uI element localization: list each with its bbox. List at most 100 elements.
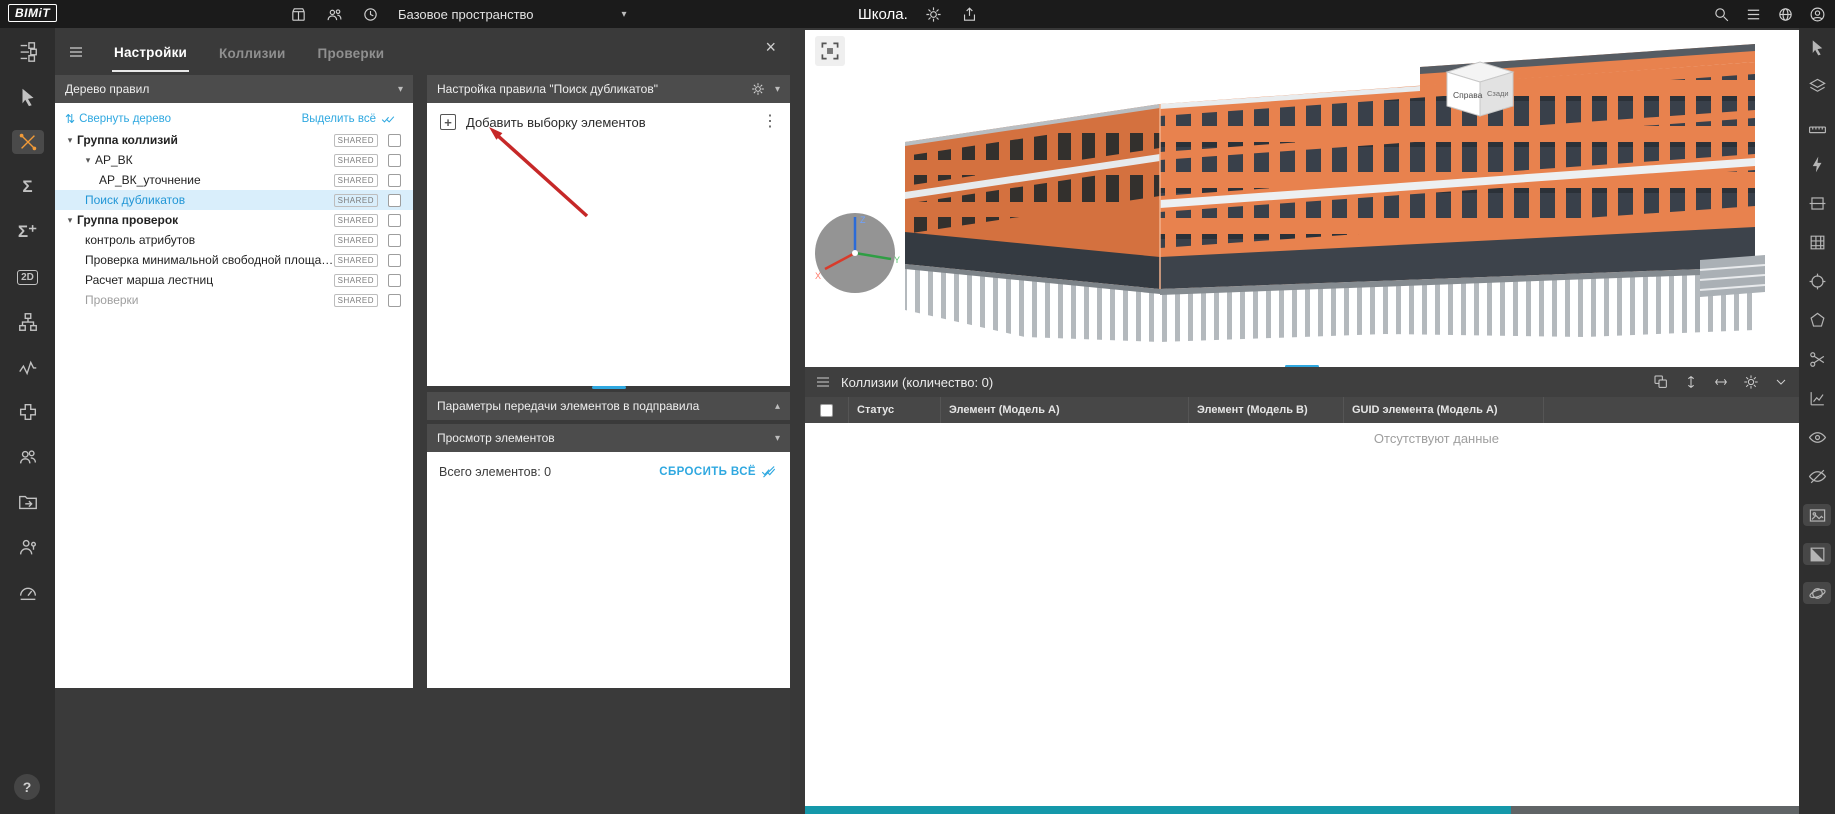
column-header[interactable]: Элемент (Модель B) [1189, 397, 1344, 423]
shared-folder-icon[interactable] [12, 490, 44, 514]
share-icon[interactable] [960, 4, 980, 24]
collapse-panel-icon[interactable] [1773, 374, 1789, 390]
tree-row[interactable]: АР_ВК_уточнение SHARED [55, 170, 413, 190]
rules-tree-header[interactable]: Дерево правил ▾ [55, 75, 413, 103]
locate-target-icon[interactable] [1803, 270, 1831, 292]
duplicate-view-icon[interactable] [1653, 374, 1669, 390]
preview-section-header[interactable]: Просмотр элементов ▾ [427, 424, 790, 452]
workspace-selector[interactable]: Базовое пространство ▾ [398, 0, 627, 28]
column-header[interactable]: Статус [849, 397, 941, 423]
expand-caret-icon[interactable]: ▾ [81, 155, 95, 166]
clash-detection-icon[interactable] [11, 130, 44, 154]
add-selection-plus-icon[interactable]: + [440, 114, 456, 130]
tree-row[interactable]: Проверка минимальной свободной площади с… [55, 250, 413, 270]
fit-rows-icon[interactable] [1683, 374, 1699, 390]
tab-checks[interactable]: Проверки [316, 33, 387, 71]
select-all-link[interactable]: Выделить всё [302, 113, 376, 125]
hide-elements-eye-off-icon[interactable] [1803, 465, 1831, 487]
sum-icon[interactable]: Σ [12, 175, 44, 199]
row-checkbox[interactable] [388, 233, 401, 247]
collapse-tree-link[interactable]: Свернуть дерево [79, 113, 171, 125]
collapse-tree-icon[interactable]: ⇅ [65, 112, 75, 126]
orbit-icon[interactable] [1803, 582, 1831, 604]
chevron-up-icon[interactable]: ▴ [775, 401, 780, 412]
row-checkbox[interactable] [388, 293, 401, 307]
grid-icon[interactable] [1803, 231, 1831, 253]
tree-row[interactable]: ▾ АР_ВК SHARED [55, 150, 413, 170]
expand-caret-icon[interactable]: ▾ [63, 215, 77, 226]
hierarchy-icon[interactable] [12, 310, 44, 334]
rule-settings-header[interactable]: Настройка правила "Поиск дубликатов" ▾ [427, 75, 790, 103]
dashboard-gauge-icon[interactable] [12, 580, 44, 604]
activity-chart-icon[interactable] [12, 355, 44, 379]
row-checkbox[interactable] [388, 133, 401, 147]
section-box-icon[interactable] [1803, 192, 1831, 214]
model-tree-icon[interactable] [12, 40, 44, 64]
2d-view-icon[interactable]: 2D [12, 265, 44, 289]
area-select-icon[interactable] [1803, 309, 1831, 331]
building-model[interactable] [885, 42, 1785, 362]
screenshot-icon[interactable] [1803, 504, 1831, 526]
search-icon[interactable] [1711, 4, 1731, 24]
row-checkbox[interactable] [388, 273, 401, 287]
workspace-icon[interactable] [288, 4, 308, 24]
column-header[interactable]: GUID элемента (Модель A) [1344, 397, 1544, 423]
cut-scissors-icon[interactable] [1803, 348, 1831, 370]
fit-columns-icon[interactable] [1713, 374, 1729, 390]
row-checkbox[interactable] [388, 153, 401, 167]
sum-rules-icon[interactable]: Σ⁺ [12, 220, 44, 244]
row-checkbox[interactable] [388, 213, 401, 227]
tab-collisions[interactable]: Коллизии [217, 33, 288, 71]
project-settings-gear-icon[interactable] [924, 4, 944, 24]
isolate-half-icon[interactable] [1803, 543, 1831, 565]
plugins-puzzle-icon[interactable] [12, 400, 44, 424]
tab-settings[interactable]: Настройки [112, 32, 190, 72]
account-icon[interactable] [1807, 4, 1827, 24]
scrollbar-thumb[interactable] [805, 806, 1511, 814]
tree-row[interactable]: Проверки SHARED [55, 290, 413, 310]
tree-row[interactable]: контроль атрибутов SHARED [55, 230, 413, 250]
users-icon[interactable] [12, 445, 44, 469]
cursor-tool-icon[interactable] [1803, 36, 1831, 58]
row-checkbox[interactable] [388, 173, 401, 187]
row-checkbox[interactable] [388, 193, 401, 207]
select-tool-icon[interactable] [12, 85, 44, 109]
double-check-icon[interactable] [381, 112, 395, 126]
row-menu-dots-icon[interactable]: ⋮ [762, 114, 778, 130]
chevron-down-icon[interactable]: ▾ [398, 84, 403, 95]
tree-row[interactable]: ▾ Группа коллизий SHARED [55, 130, 413, 150]
params-section-header[interactable]: Параметры передачи элементов в подправил… [427, 392, 790, 420]
tree-row-selected[interactable]: Поиск дубликатов SHARED [55, 190, 413, 210]
team-icon[interactable] [324, 4, 344, 24]
collisions-menu-icon[interactable] [815, 374, 831, 390]
navigation-cube[interactable]: Справа Сзади [1435, 52, 1525, 124]
selection-box-icon[interactable] [815, 36, 845, 66]
person-location-icon[interactable] [12, 535, 44, 559]
reset-all-link[interactable]: СБРОСИТЬ ВСЁ [659, 464, 776, 479]
history-icon[interactable] [360, 4, 380, 24]
tree-row[interactable]: Расчет марша лестниц SHARED [55, 270, 413, 290]
app-logo[interactable]: BIMiT [8, 4, 58, 22]
horizontal-scrollbar[interactable] [805, 806, 1799, 814]
menu-list-icon[interactable] [1743, 4, 1763, 24]
column-header[interactable]: Элемент (Модель A) [941, 397, 1189, 423]
panel-menu-icon[interactable] [68, 44, 84, 60]
expand-caret-icon[interactable]: ▾ [63, 135, 77, 146]
select-all-checkbox[interactable] [820, 403, 833, 417]
stats-chart-icon[interactable] [1803, 387, 1831, 409]
globe-icon[interactable] [1775, 4, 1795, 24]
chevron-down-icon[interactable]: ▾ [775, 84, 780, 95]
close-panel-icon[interactable]: × [765, 38, 776, 56]
clash-run-icon[interactable] [1803, 153, 1831, 175]
tree-row[interactable]: ▾ Группа проверок SHARED [55, 210, 413, 230]
chevron-down-icon[interactable]: ▾ [775, 433, 780, 444]
layers-icon[interactable] [1803, 75, 1831, 97]
rule-gear-icon[interactable] [751, 82, 765, 96]
help-button[interactable]: ? [14, 774, 40, 800]
show-elements-eye-icon[interactable] [1803, 426, 1831, 448]
ruler-icon[interactable] [1803, 114, 1831, 136]
table-settings-gear-icon[interactable] [1743, 374, 1759, 390]
panel-resize-handle[interactable] [591, 386, 626, 389]
add-selection-label[interactable]: Добавить выборку элементов [466, 115, 646, 130]
row-checkbox[interactable] [388, 253, 401, 267]
